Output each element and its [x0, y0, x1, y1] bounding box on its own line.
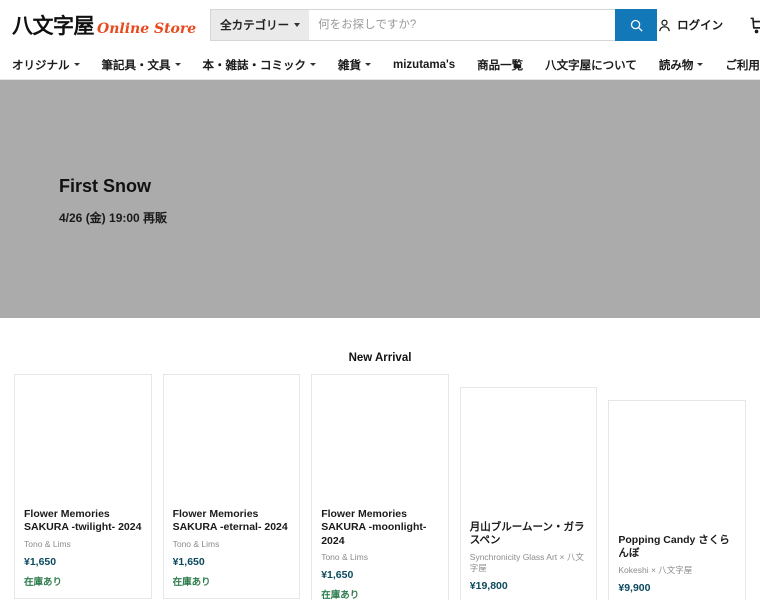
header-actions: ログイン	[657, 16, 760, 35]
nav-item-5[interactable]: 商品一覧	[466, 57, 534, 73]
nav-item-1[interactable]: 筆記具・文具	[91, 57, 192, 73]
product-vendor: Synchronicity Glass Art × 八文字屋	[469, 551, 584, 573]
nav-item-0[interactable]: オリジナル	[12, 57, 91, 73]
product-info: Flower Memories SAKURA -eternal- 2024 Ton…	[164, 500, 300, 598]
category-select[interactable]: 全カテゴリー	[210, 9, 310, 41]
product-stock-badge: 在庫あり	[24, 576, 63, 588]
product-card[interactable]: Flower Memories SAKURA -twilight- 2024 To…	[14, 374, 152, 599]
nav-item-8[interactable]: ご利用ガイド	[714, 57, 760, 73]
product-price: ¥9,900	[618, 581, 651, 594]
cart-link[interactable]	[749, 16, 760, 35]
product-vendor: Kokeshi × 八文字屋	[618, 564, 693, 575]
search-bar: 全カテゴリー	[210, 9, 658, 41]
chevron-down-icon	[365, 63, 371, 66]
product-stock-badge: 在庫あり	[321, 590, 360, 600]
product-title[interactable]: Flower Memories SAKURA -twilight- 2024	[24, 508, 142, 535]
nav-item-4[interactable]: mizutama's	[382, 59, 466, 71]
login-link[interactable]: ログイン	[657, 17, 723, 33]
product-image[interactable]	[609, 401, 745, 526]
category-select-label: 全カテゴリー	[220, 20, 290, 32]
hero-content: First Snow 4/26 (金) 19:00 再販	[59, 176, 167, 226]
product-price: ¥1,650	[24, 555, 57, 568]
product-info: Flower Memories SAKURA -moonlight- 2024 T…	[312, 500, 448, 600]
user-icon	[659, 19, 670, 31]
hero-banner[interactable]: First Snow 4/26 (金) 19:00 再販	[0, 80, 760, 318]
logo-kanji-text: 八文字屋	[12, 14, 95, 38]
new-arrival-heading: New Arrival	[348, 352, 412, 364]
nav-item-label: ご利用ガイド	[725, 59, 760, 72]
product-price: ¥1,650	[321, 569, 354, 582]
site-logo[interactable]: 八文字屋 Online Store	[12, 10, 196, 40]
nav-item-7[interactable]: 読み物	[648, 57, 715, 73]
chevron-down-icon	[310, 63, 316, 66]
product-vendor: Tono & Lims	[172, 538, 220, 549]
nav-item-6[interactable]: 八文字屋について	[534, 57, 648, 73]
main-navigation: オリジナル 筆記具・文具 本・雑誌・コミック 雑貨 mizutama's 商品一覧 八文字屋…	[0, 50, 760, 80]
product-card[interactable]: Popping Candy さくらんぼKokeshi × 八文字屋¥9,900在…	[608, 400, 746, 600]
logo-script-text: Online Store	[97, 21, 197, 37]
nav-item-label: 雑貨	[338, 59, 361, 72]
nav-item-label: 読み物	[658, 59, 694, 72]
product-image[interactable]	[460, 388, 597, 513]
chevron-down-icon	[174, 63, 181, 66]
nav-item-label: オリジナル	[12, 59, 70, 72]
product-info: Popping Candy さくらんぼKokeshi × 八文字屋¥9,900在…	[609, 526, 745, 600]
product-vendor: Tono & Lims	[321, 552, 368, 563]
hero-subtitle: 4/26 (金) 19:00 再販	[59, 211, 168, 225]
nav-item-label: 商品一覧	[477, 59, 524, 72]
nav-item-label: 筆記具・文具	[101, 59, 171, 72]
product-title[interactable]: 月山ブルームーン・ガラスペン	[470, 521, 588, 548]
product-price: ¥19,800	[469, 579, 508, 592]
new-arrival-grid: Flower Memories SAKURA -twilight- 2024 To…	[0, 374, 760, 600]
product-title[interactable]: Flower Memories SAKURA -moonlight- 2024	[321, 508, 439, 548]
product-card[interactable]: Flower Memories SAKURA -eternal- 2024 Ton…	[162, 374, 301, 599]
search-input[interactable]	[309, 9, 616, 41]
chevron-down-icon	[294, 23, 301, 27]
nav-item-label: 本・雑誌・コミック	[202, 59, 307, 72]
product-card[interactable]: Flower Memories SAKURA -moonlight- 2024 T…	[311, 374, 449, 600]
search-button[interactable]	[615, 9, 658, 41]
nav-item-label: mizutama's	[393, 58, 456, 71]
product-title[interactable]: Popping Candy さくらんぼ	[618, 534, 736, 561]
product-stock-badge: 在庫あり	[172, 576, 211, 588]
hero-title: First Snow	[59, 176, 152, 196]
product-info: 月山ブルームーン・ガラスペン Synchronicity Glass Art × …	[461, 513, 597, 600]
site-header: 八文字屋 Online Store 全カテゴリー ログイン	[0, 0, 760, 50]
product-image[interactable]	[15, 375, 151, 500]
chevron-down-icon	[73, 63, 80, 66]
search-icon	[630, 19, 643, 32]
product-card[interactable]: 月山ブルームーン・ガラスペン Synchronicity Glass Art × …	[459, 387, 598, 600]
chevron-down-icon	[697, 63, 704, 66]
nav-item-label: 八文字屋について	[545, 59, 637, 72]
product-image[interactable]	[163, 375, 300, 500]
product-vendor: Tono & Lims	[24, 538, 71, 549]
cart-icon	[750, 17, 760, 33]
product-info: Flower Memories SAKURA -twilight- 2024 To…	[15, 500, 151, 598]
product-title[interactable]: Flower Memories SAKURA -eternal- 2024	[173, 508, 291, 535]
product-image[interactable]	[312, 375, 448, 500]
nav-item-2[interactable]: 本・雑誌・コミック	[192, 57, 328, 73]
nav-item-3[interactable]: 雑貨	[327, 57, 382, 73]
product-price: ¥1,650	[172, 555, 205, 568]
login-label: ログイン	[677, 20, 724, 32]
